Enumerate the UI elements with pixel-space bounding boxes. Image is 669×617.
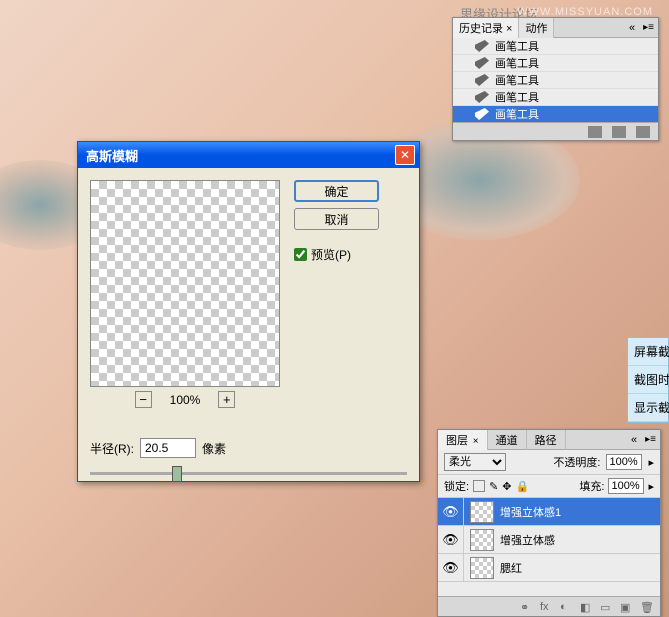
history-item[interactable]: 画笔工具: [453, 72, 658, 89]
preview-checkbox[interactable]: [294, 248, 307, 261]
trash-icon[interactable]: [636, 126, 650, 138]
layer-name[interactable]: 腮红: [500, 560, 522, 576]
side-menu-item[interactable]: 截图时: [628, 366, 668, 394]
fx-icon[interactable]: fx: [540, 601, 554, 613]
cancel-button[interactable]: 取消: [294, 208, 379, 230]
zoom-out-button[interactable]: −: [135, 391, 152, 408]
preview-label: 预览(P): [311, 246, 351, 263]
slider-thumb[interactable]: [172, 466, 182, 482]
history-item-label: 画笔工具: [495, 106, 539, 122]
layer-name[interactable]: 增强立体感: [500, 532, 555, 548]
ok-button[interactable]: 确定: [294, 180, 379, 202]
snapshot-icon[interactable]: [588, 126, 602, 138]
panel-collapse-icon[interactable]: «: [625, 22, 639, 34]
blend-mode-select[interactable]: 柔光: [444, 453, 506, 471]
brush-icon: [475, 40, 489, 52]
radius-label: 半径(R):: [90, 440, 134, 457]
dropdown-icon[interactable]: ▸: [648, 456, 654, 469]
opacity-label: 不透明度:: [553, 454, 600, 470]
history-item-label: 画笔工具: [495, 55, 539, 71]
opacity-input[interactable]: [606, 454, 642, 470]
history-item-label: 画笔工具: [495, 72, 539, 88]
dropdown-icon[interactable]: ▸: [648, 480, 654, 493]
layer-item[interactable]: 👁 腮红: [438, 554, 660, 582]
gaussian-blur-dialog: 高斯模糊 ✕ − 100% + 确定 取消 预览(P) 半径(R): 像素: [77, 141, 420, 482]
tab-layers[interactable]: 图层 ×: [438, 430, 488, 450]
fill-input[interactable]: [608, 478, 644, 494]
history-footer: [453, 122, 658, 140]
history-list: 画笔工具 画笔工具 画笔工具 画笔工具 画笔工具: [453, 38, 658, 122]
side-menu: 屏幕截 截图时 显示截: [627, 337, 669, 423]
history-panel: 历史记录 × 动作 « ▸≡ 画笔工具 画笔工具 画笔工具 画笔工具 画笔工具: [452, 17, 659, 141]
radius-unit: 像素: [202, 440, 226, 457]
layer-name[interactable]: 增强立体感1: [500, 504, 561, 520]
dialog-title: 高斯模糊: [82, 146, 395, 165]
lock-brush-icon[interactable]: ✎: [489, 480, 498, 493]
layer-thumbnail[interactable]: [470, 501, 494, 523]
brush-icon: [475, 74, 489, 86]
history-item[interactable]: 画笔工具: [453, 55, 658, 72]
brush-icon: [475, 91, 489, 103]
close-button[interactable]: ✕: [395, 145, 415, 165]
panel-menu-icon[interactable]: ▸≡: [641, 434, 660, 445]
history-item[interactable]: 画笔工具: [453, 38, 658, 55]
radius-input[interactable]: [140, 438, 196, 458]
fill-label: 填充:: [579, 478, 604, 494]
lock-transparent-icon[interactable]: [473, 480, 485, 492]
new-state-icon[interactable]: [612, 126, 626, 138]
layers-tabs: 图层 × 通道 路径 « ▸≡: [438, 430, 660, 450]
tab-history[interactable]: 历史记录 ×: [453, 18, 519, 38]
panel-menu-icon[interactable]: ▸≡: [639, 22, 658, 33]
history-item[interactable]: 画笔工具: [453, 89, 658, 106]
slider-track: [90, 472, 407, 475]
layer-item[interactable]: 👁 增强立体感1: [438, 498, 660, 526]
preview-area[interactable]: [90, 180, 280, 387]
tab-paths[interactable]: 路径: [527, 430, 566, 450]
mask-icon[interactable]: ◐: [560, 601, 574, 613]
history-item-label: 画笔工具: [495, 89, 539, 105]
layer-thumbnail[interactable]: [470, 557, 494, 579]
visibility-icon[interactable]: 👁: [438, 498, 464, 526]
side-menu-item[interactable]: 显示截: [628, 394, 668, 422]
layers-lock-row: 锁定: ✎ ✥ 🔒 填充: ▸: [438, 475, 660, 498]
brush-icon: [475, 108, 489, 120]
lock-move-icon[interactable]: ✥: [502, 480, 511, 493]
brush-icon: [475, 57, 489, 69]
zoom-value: 100%: [170, 393, 201, 407]
layers-footer: ⚭ fx ◐ ◧ ▭ ▣ 🗑: [438, 596, 660, 616]
layers-panel: 图层 × 通道 路径 « ▸≡ 柔光 不透明度: ▸ 锁定: ✎ ✥ 🔒 填充:…: [437, 429, 661, 617]
panel-collapse-icon[interactable]: «: [627, 434, 641, 446]
link-icon[interactable]: ⚭: [520, 601, 534, 613]
dialog-titlebar[interactable]: 高斯模糊 ✕: [78, 142, 419, 168]
new-layer-icon[interactable]: ▣: [620, 601, 634, 613]
adjustment-icon[interactable]: ◧: [580, 601, 594, 613]
layer-item[interactable]: 👁 增强立体感: [438, 526, 660, 554]
radius-slider[interactable]: [90, 464, 407, 484]
lock-label: 锁定:: [444, 478, 469, 494]
layer-thumbnail[interactable]: [470, 529, 494, 551]
side-menu-item[interactable]: 屏幕截: [628, 338, 668, 366]
layers-list: 👁 增强立体感1 👁 增强立体感 👁 腮红: [438, 498, 660, 582]
history-item-label: 画笔工具: [495, 38, 539, 54]
preview-checkbox-row[interactable]: 预览(P): [294, 246, 379, 263]
history-item[interactable]: 画笔工具: [453, 106, 658, 122]
folder-icon[interactable]: ▭: [600, 601, 614, 613]
trash-icon[interactable]: 🗑: [640, 601, 654, 613]
lock-all-icon[interactable]: 🔒: [516, 480, 530, 493]
layers-options-row: 柔光 不透明度: ▸: [438, 450, 660, 475]
visibility-icon[interactable]: 👁: [438, 526, 464, 554]
tab-channels[interactable]: 通道: [488, 430, 527, 450]
tab-actions[interactable]: 动作: [519, 18, 554, 38]
zoom-in-button[interactable]: +: [218, 391, 235, 408]
visibility-icon[interactable]: 👁: [438, 554, 464, 582]
history-tabs: 历史记录 × 动作 « ▸≡: [453, 18, 658, 38]
